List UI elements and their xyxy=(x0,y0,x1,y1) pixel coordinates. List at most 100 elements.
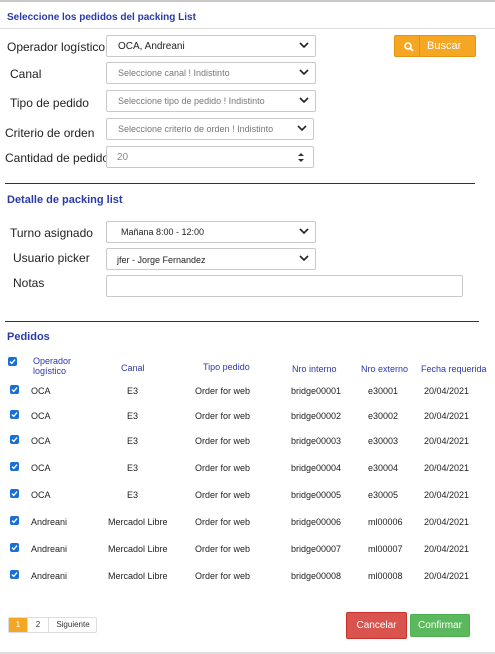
turno-label: Turno asignado xyxy=(10,226,93,240)
cell-nro-externo: ml00007 xyxy=(368,544,403,554)
column-header-operador[interactable]: Operador logístico xyxy=(33,356,83,376)
column-header-nro-interno[interactable]: Nro interno xyxy=(292,364,337,374)
check-icon xyxy=(11,491,18,497)
pagination: 1 2 Siguiente xyxy=(8,617,97,633)
chevron-down-icon xyxy=(299,228,309,235)
chevron-down-icon xyxy=(299,42,309,49)
cell-tipo: Order for web xyxy=(195,436,251,446)
criterio-placeholder: Seleccione criterio de orden ! Indistint… xyxy=(118,124,274,134)
notas-input[interactable] xyxy=(106,275,463,297)
header-divider xyxy=(0,28,495,29)
cell-nro-externo: e30003 xyxy=(368,436,399,446)
canal-select[interactable]: Seleccione canal ! Indistinto xyxy=(106,62,316,84)
column-header-fecha[interactable]: Fecha requerida xyxy=(421,364,487,374)
column-header-nro-externo[interactable]: Nro externo xyxy=(361,364,408,374)
confirm-button[interactable]: Confirmar xyxy=(410,614,470,637)
cell-operador: OCA xyxy=(31,386,51,396)
check-icon xyxy=(11,518,18,524)
cell-tipo: Order for web xyxy=(195,490,251,500)
cell-tipo: Order for web xyxy=(195,386,251,396)
check-icon xyxy=(11,437,18,443)
tipo-label: Tipo de pedido xyxy=(10,96,89,110)
cell-nro-externo: e30002 xyxy=(368,411,399,421)
cell-nro-externo: e30005 xyxy=(368,490,399,500)
cell-operador: Andreani xyxy=(31,517,68,527)
cantidad-value: 20 xyxy=(117,152,129,163)
row-checkbox[interactable] xyxy=(10,462,19,471)
cell-operador: OCA xyxy=(31,490,51,500)
search-button[interactable]: Buscar xyxy=(394,35,476,57)
cell-fecha: 20/04/2021 xyxy=(424,544,470,554)
detalle-title: Detalle de packing list xyxy=(7,194,123,206)
cell-fecha: 20/04/2021 xyxy=(424,490,470,500)
cell-canal: Mercadol Libre xyxy=(108,544,168,554)
turno-value: Mañana 8:00 - 12:00 xyxy=(121,227,205,237)
tipo-select[interactable]: Seleccione tipo de pedido ! Indistinto xyxy=(106,90,316,112)
row-checkbox[interactable] xyxy=(10,410,19,419)
search-button-divider xyxy=(419,36,420,56)
canal-label: Canal xyxy=(10,67,42,81)
cell-nro-interno: bridge00004 xyxy=(291,463,342,473)
cell-canal: E3 xyxy=(127,386,139,396)
next-page-button[interactable]: Siguiente xyxy=(48,618,97,632)
row-checkbox[interactable] xyxy=(10,543,19,552)
cell-tipo: Order for web xyxy=(195,463,251,473)
column-header-tipo[interactable]: Tipo pedido xyxy=(203,362,250,372)
cell-nro-interno: bridge00002 xyxy=(291,411,342,421)
cell-fecha: 20/04/2021 xyxy=(424,571,470,581)
cancel-button[interactable]: Cancelar xyxy=(346,612,407,639)
cell-canal: Mercadol Libre xyxy=(108,517,168,527)
row-checkbox[interactable] xyxy=(10,489,19,498)
operador-label: Operador logístico xyxy=(7,40,106,54)
cantidad-input[interactable]: 20 xyxy=(106,146,314,168)
select-all-checkbox[interactable] xyxy=(8,357,17,366)
canal-placeholder: Seleccione canal ! Indistinto xyxy=(118,68,230,78)
check-icon xyxy=(11,412,18,418)
section-divider xyxy=(5,183,475,184)
section-divider xyxy=(5,321,479,322)
column-header-canal[interactable]: Canal xyxy=(121,363,145,373)
check-icon xyxy=(11,572,18,578)
chevron-down-icon xyxy=(299,97,309,104)
cell-fecha: 20/04/2021 xyxy=(424,411,470,421)
tipo-placeholder: Seleccione tipo de pedido ! Indistinto xyxy=(118,96,265,106)
page-1-button[interactable]: 1 xyxy=(9,618,27,632)
cell-canal: E3 xyxy=(127,436,139,446)
search-button-label: Buscar xyxy=(427,40,462,52)
cell-nro-interno: bridge00003 xyxy=(291,436,342,446)
check-icon xyxy=(11,387,18,393)
criterio-select[interactable]: Seleccione criterio de orden ! Indistint… xyxy=(106,118,314,140)
cell-tipo: Order for web xyxy=(195,544,251,554)
criterio-label: Criterio de orden xyxy=(5,126,95,140)
cell-operador: OCA xyxy=(31,411,51,421)
cell-fecha: 20/04/2021 xyxy=(424,463,470,473)
check-icon xyxy=(11,464,18,470)
row-checkbox[interactable] xyxy=(10,435,19,444)
page-2-button[interactable]: 2 xyxy=(27,618,48,632)
row-checkbox[interactable] xyxy=(10,516,19,525)
cell-tipo: Order for web xyxy=(195,517,251,527)
operador-select[interactable]: OCA, Andreani xyxy=(106,35,316,57)
pedidos-title: Pedidos xyxy=(7,331,50,343)
cell-nro-interno: bridge00001 xyxy=(291,386,342,396)
cell-fecha: 20/04/2021 xyxy=(424,386,470,396)
cell-fecha: 20/04/2021 xyxy=(424,517,470,527)
cell-nro-externo: e30001 xyxy=(368,386,399,396)
usuario-select[interactable]: jfer - Jorge Fernandez xyxy=(106,248,316,270)
cell-tipo: Order for web xyxy=(195,571,251,581)
usuario-label: Usuario picker xyxy=(13,251,90,265)
row-checkbox[interactable] xyxy=(10,570,19,579)
usuario-value: jfer - Jorge Fernandez xyxy=(117,255,206,265)
cell-nro-interno: bridge00006 xyxy=(291,517,342,527)
check-icon xyxy=(9,359,16,365)
cell-nro-interno: bridge00008 xyxy=(291,571,342,581)
turno-select[interactable]: Mañana 8:00 - 12:00 xyxy=(106,221,316,243)
operador-value: OCA, Andreani xyxy=(118,41,185,52)
cell-nro-interno: bridge00007 xyxy=(291,544,342,554)
top-border xyxy=(0,0,495,2)
row-checkbox[interactable] xyxy=(10,385,19,394)
cell-nro-interno: bridge00005 xyxy=(291,490,342,500)
cell-operador: OCA xyxy=(31,436,51,446)
spinner-icon[interactable] xyxy=(297,152,305,163)
notas-label: Notas xyxy=(13,276,45,290)
